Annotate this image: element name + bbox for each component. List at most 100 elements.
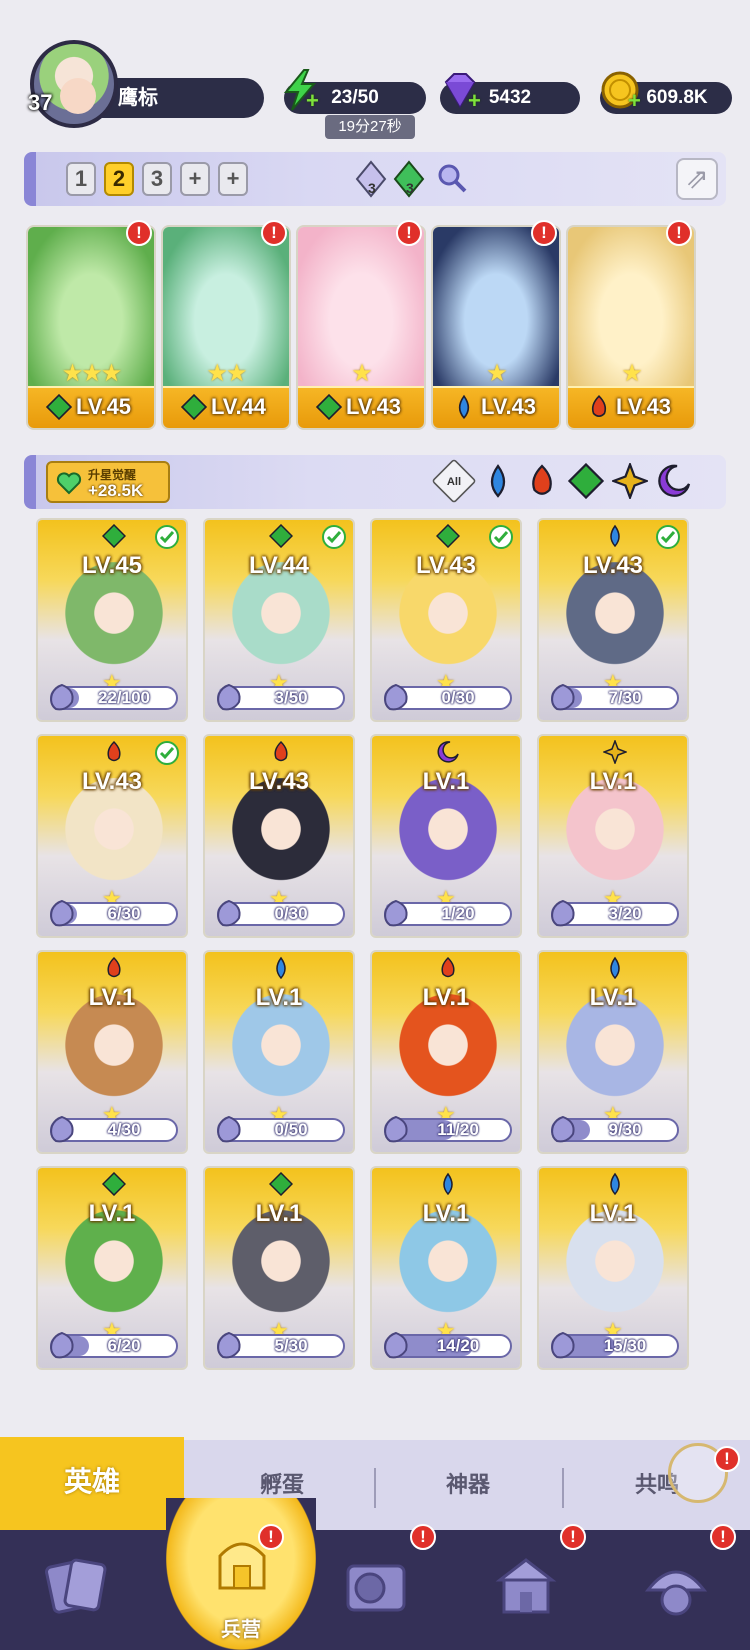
hero-card[interactable]: LV.44 ★ 3/50 (203, 518, 355, 722)
gold-plus-icon[interactable]: + (628, 90, 646, 112)
leaf-element-icon (316, 394, 342, 420)
shop-alert-icon: ! (560, 1524, 586, 1550)
awaken-value: +28.5K (88, 481, 144, 500)
avatar-face (60, 78, 96, 114)
filter-light-button[interactable] (610, 461, 650, 501)
hero-level: LV.1 (589, 768, 637, 795)
leaf-element-icon (181, 394, 207, 420)
team-1-button[interactable]: 1 (66, 162, 96, 196)
nav-barracks-label: 兵营 (221, 1619, 261, 1641)
nav-shop[interactable]: ! (450, 1524, 600, 1650)
light-element-icon (610, 461, 650, 501)
gem-plus-icon[interactable]: + (468, 90, 486, 112)
shard-count: 4/30 (107, 1120, 141, 1139)
hero-card[interactable]: LV.43 ★ 0/30 (203, 734, 355, 938)
hero-card[interactable]: LV.1 ★ 9/30 (537, 950, 689, 1154)
shard-progress-bar: 3/50 (217, 683, 345, 711)
shard-progress-bar: 5/30 (217, 1331, 345, 1359)
hero-level: LV.43 (346, 394, 402, 419)
sub-tab-bar: 英雄 孵蛋 神器 共鸣 (0, 1437, 750, 1530)
hero-card[interactable]: LV.43 ★ 6/30 (36, 734, 188, 938)
guild-alert-icon: ! (710, 1524, 736, 1550)
team-add-button[interactable]: + (218, 162, 248, 196)
hero-level: LV.1 (589, 984, 637, 1011)
nav-map[interactable]: ! (300, 1524, 450, 1650)
shard-progress-bar: 11/20 (384, 1115, 512, 1143)
share-icon[interactable]: ⇗ (676, 158, 718, 200)
search-icon[interactable] (436, 162, 468, 194)
hero-card[interactable]: LV.1 ★ 5/30 (203, 1166, 355, 1370)
check-icon (656, 525, 680, 549)
filter-all-button[interactable]: All (431, 458, 477, 504)
hero-level: LV.43 (481, 394, 537, 419)
team-hero-card[interactable]: ★ LV.43 (431, 225, 561, 430)
filter-leaf-button[interactable] (566, 461, 606, 501)
team-hero-card[interactable]: ★ LV.43 (296, 225, 426, 430)
team-3-button[interactable]: 3 (142, 162, 172, 196)
hero-level: LV.45 (81, 552, 143, 579)
hero-level: LV.1 (422, 768, 470, 795)
team-hero-card[interactable]: ★★ LV.44 (161, 225, 291, 430)
shard-progress-bar: 3/20 (551, 899, 679, 927)
shard-count: 7/30 (608, 688, 642, 707)
shard-progress-bar: 0/30 (384, 683, 512, 711)
hero-card[interactable]: LV.1 ★ 15/30 (537, 1166, 689, 1370)
nav-barracks[interactable]: 兵营 ! (166, 1498, 316, 1650)
team-hero-card[interactable]: ★★★ LV.45 (26, 225, 156, 430)
shard-count: 14/20 (436, 1336, 480, 1355)
hero-card[interactable]: LV.1 ★ 6/20 (36, 1166, 188, 1370)
check-icon (155, 525, 179, 549)
nav-guild[interactable]: ! (600, 1524, 750, 1650)
awaken-button[interactable]: 升星觉醒 +28.5K (46, 461, 170, 503)
filter-fire-button[interactable] (522, 461, 562, 501)
hero-level: LV.1 (589, 1200, 637, 1227)
check-icon (155, 741, 179, 765)
barracks-alert-icon: ! (258, 1524, 284, 1550)
fire-element-icon (107, 956, 121, 978)
player-name[interactable]: 鹰标 (100, 78, 264, 118)
hero-card[interactable]: LV.1 ★ 3/20 (537, 734, 689, 938)
dark-element-icon (437, 741, 459, 763)
shard-count: 6/30 (107, 904, 141, 923)
hero-level: LV.43 (248, 768, 310, 795)
energy-plus-icon[interactable]: + (306, 90, 324, 112)
shard-count: 3/20 (608, 904, 642, 923)
light-element-icon (603, 740, 627, 764)
shard-count: 9/30 (608, 1120, 642, 1139)
fire-element-icon (107, 740, 121, 762)
cards-icon (45, 1558, 107, 1614)
hero-card[interactable]: LV.1 ★ 0/50 (203, 950, 355, 1154)
hero-level: LV.44 (248, 552, 310, 579)
shard-progress-bar: 22/100 (50, 683, 178, 711)
team-add-button[interactable]: + (180, 162, 210, 196)
dark-element-icon (658, 464, 691, 497)
fire-element-icon (441, 956, 455, 978)
tab-artifacts[interactable]: 神器 (376, 1440, 560, 1530)
guild-icon (644, 1570, 708, 1616)
team-hero-alert-icon: ! (126, 220, 152, 246)
hero-card[interactable]: LV.1 ★ 4/30 (36, 950, 188, 1154)
leaf-element-icon (102, 1172, 126, 1196)
water-element-icon (276, 956, 286, 980)
water-element-icon (443, 1172, 453, 1196)
hero-level: LV.44 (211, 394, 267, 419)
nav-cards[interactable] (0, 1530, 150, 1650)
shard-progress-bar: 14/20 (384, 1331, 512, 1359)
hero-card[interactable]: LV.1 ★ 14/20 (370, 1166, 522, 1370)
shard-progress-bar: 6/20 (50, 1331, 178, 1359)
hero-card[interactable]: LV.1 ★ 11/20 (370, 950, 522, 1154)
team-hero-card[interactable]: ★ LV.43 (566, 225, 696, 430)
tab-heroes[interactable]: 英雄 (0, 1437, 184, 1530)
filter-water-button[interactable] (478, 461, 518, 501)
shard-count: 0/30 (441, 688, 475, 707)
hero-level: LV.1 (255, 984, 303, 1011)
team-2-button[interactable]: 2 (104, 162, 134, 196)
water-element-icon (610, 956, 620, 980)
hero-card[interactable]: LV.43 ★ 0/30 (370, 518, 522, 722)
leaf-element-icon (269, 1172, 293, 1196)
filter-dark-button[interactable] (654, 461, 694, 501)
fire-element-icon (274, 740, 288, 762)
hero-card[interactable]: LV.43 ★ 7/30 (537, 518, 689, 722)
hero-card[interactable]: LV.1 ★ 1/20 (370, 734, 522, 938)
hero-card[interactable]: LV.45 ★ 22/100 (36, 518, 188, 722)
